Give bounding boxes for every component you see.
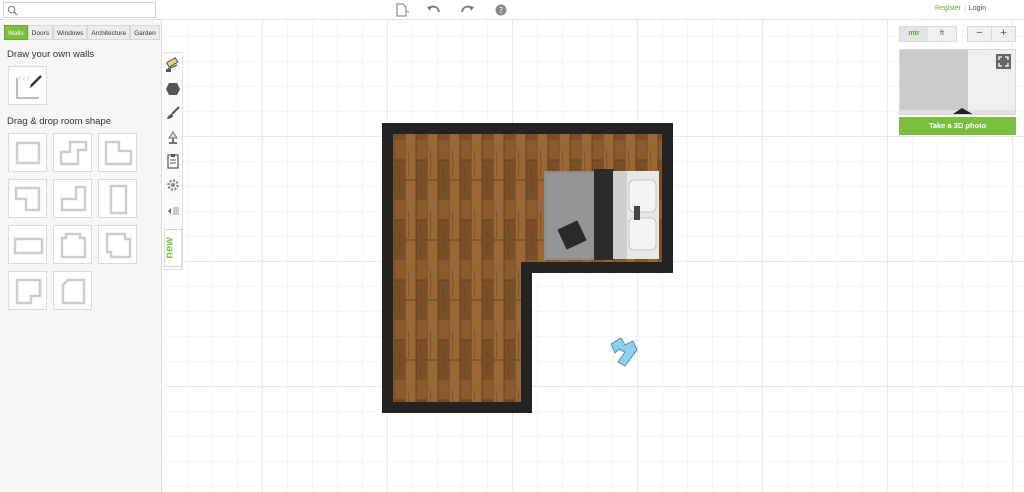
search-icon xyxy=(7,5,18,16)
zoom-in-button[interactable]: + xyxy=(992,27,1015,41)
l-room-icon xyxy=(14,186,41,212)
unit-toggle: mtr ft xyxy=(899,26,957,42)
search-box[interactable] xyxy=(3,2,156,18)
tall-room-icon xyxy=(109,184,128,215)
floorplan-drawing xyxy=(382,123,673,413)
draw-walls-title: Draw your own walls xyxy=(7,49,95,60)
angled-room-icon xyxy=(61,278,86,305)
floorplan-canvas[interactable] xyxy=(163,20,1024,492)
draw-walls-icon xyxy=(16,75,42,99)
bed-pillow xyxy=(628,179,657,213)
wide-room-icon xyxy=(13,237,44,255)
tab-windows[interactable]: Windows xyxy=(53,25,88,40)
new-label: new xyxy=(163,237,176,259)
room-shape-bay[interactable] xyxy=(53,225,92,264)
room-shape-tall[interactable] xyxy=(98,179,137,218)
category-tabs: Walls Doors Windows Architecture Garden xyxy=(4,25,160,40)
cutout-room-icon xyxy=(15,278,42,305)
login-link[interactable]: Login xyxy=(969,5,986,12)
tab-garden[interactable]: Garden xyxy=(130,25,160,40)
auth-links: Register | Login xyxy=(935,5,986,12)
file-menu-icon[interactable] xyxy=(394,3,410,17)
help-icon[interactable]: ? xyxy=(493,3,509,17)
vertical-toolbar: new xyxy=(163,52,183,270)
room-shapes-title: Drag & drop room shape xyxy=(7,116,112,127)
paint-roller-icon[interactable] xyxy=(165,57,181,73)
room-shape-cutout[interactable] xyxy=(8,271,47,310)
room-shape-angled[interactable] xyxy=(53,271,92,310)
l-room-icon xyxy=(60,185,87,212)
bed-pillow xyxy=(628,217,657,251)
clipboard-icon[interactable] xyxy=(165,153,181,169)
redo-icon[interactable] xyxy=(459,3,475,17)
tab-doors[interactable]: Doors xyxy=(27,25,53,40)
tab-walls[interactable]: Walls xyxy=(4,25,28,40)
register-link[interactable]: Register xyxy=(935,5,961,12)
sidebar: Walls Doors Windows Architecture Garden … xyxy=(0,20,162,492)
bed-headboard xyxy=(594,169,614,260)
room-shape-wide[interactable] xyxy=(8,225,47,264)
fullscreen-icon[interactable] xyxy=(996,54,1011,69)
draw-walls-tool[interactable] xyxy=(8,66,47,105)
bay-room-icon xyxy=(60,232,87,259)
new-items-button[interactable]: new xyxy=(164,229,182,267)
unit-feet-button[interactable]: ft xyxy=(928,27,956,41)
gear-icon[interactable] xyxy=(165,177,181,193)
l-room-icon xyxy=(59,140,88,166)
auth-separator: | xyxy=(964,5,966,12)
tab-architecture[interactable]: Architecture xyxy=(87,25,131,40)
square-room-icon xyxy=(15,141,41,165)
unit-metric-button[interactable]: mtr xyxy=(900,27,928,41)
search-input[interactable] xyxy=(18,4,152,16)
notched-room-icon xyxy=(105,232,132,259)
collapse-icon[interactable] xyxy=(165,203,181,219)
room-shape-l-left[interactable] xyxy=(53,179,92,218)
undo-icon[interactable] xyxy=(426,3,442,17)
take-3d-photo-button[interactable]: Take a 3D photo xyxy=(899,117,1016,135)
room-shape-l-bottom[interactable] xyxy=(8,179,47,218)
zoom-controls: − + xyxy=(967,26,1016,42)
brush-icon[interactable] xyxy=(165,105,181,121)
room-shape-notched[interactable] xyxy=(98,225,137,264)
room-shape-l-top[interactable] xyxy=(53,133,92,172)
zoom-out-button[interactable]: − xyxy=(968,27,992,41)
light-icon[interactable] xyxy=(165,129,181,145)
top-bar: ? Register | Login xyxy=(0,0,1024,20)
svg-text:?: ? xyxy=(499,6,503,15)
floor-icon[interactable] xyxy=(165,81,181,97)
l-room-icon xyxy=(104,140,133,166)
dragged-item xyxy=(610,337,638,367)
room-shape-square[interactable] xyxy=(8,133,47,172)
room-shape-l-right[interactable] xyxy=(98,133,137,172)
3d-preview[interactable] xyxy=(899,49,1016,115)
